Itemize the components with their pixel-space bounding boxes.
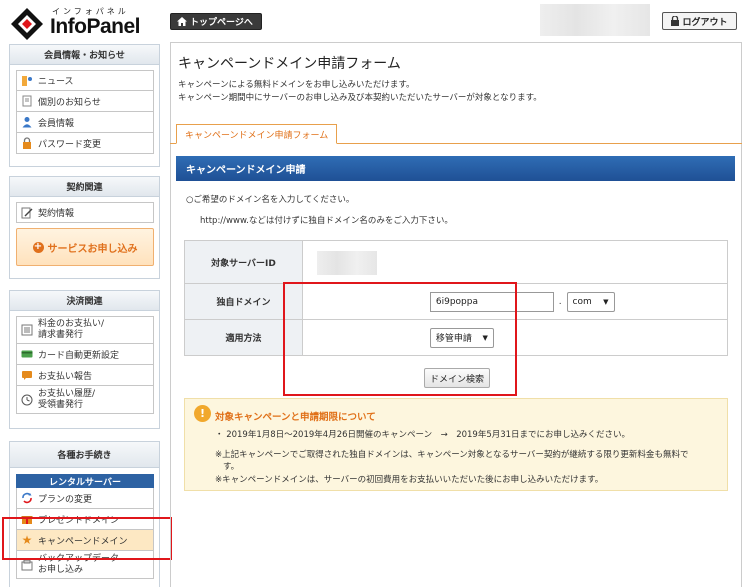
sidebar-item-password[interactable]: パスワード変更 xyxy=(16,133,154,154)
instruction-2: http://www.などは付けずに独自ドメイン名のみをご入力下さい。 xyxy=(200,216,453,226)
logout-button[interactable]: ログアウト xyxy=(662,12,737,30)
sidebar-item-label: プランの変更 xyxy=(38,494,93,505)
sidebar-item-label: 会員情報 xyxy=(38,118,75,129)
top-page-button[interactable]: トップページへ xyxy=(170,13,262,30)
plus-circle-icon: + xyxy=(32,241,44,253)
service-apply-button[interactable]: + サービスお申し込み xyxy=(16,228,154,266)
logout-label: ログアウト xyxy=(682,17,728,28)
domain-dot: . xyxy=(558,297,562,307)
sidebar-item-payment[interactable]: 料金のお支払い/請求書発行 xyxy=(16,316,154,344)
clock-icon xyxy=(21,394,33,406)
sidebar-item-label: お支払い報告 xyxy=(38,371,93,382)
infopanel-logo[interactable]: インフォパネル InfoPanel xyxy=(10,4,160,40)
sidebar-member-box: 会員情報・お知らせ ニュース 個別のお知らせ 会員情報 パスワード変更 xyxy=(9,44,160,167)
edit-document-icon xyxy=(21,207,33,219)
lock-icon xyxy=(671,16,680,26)
warning-icon: ! xyxy=(194,405,211,422)
service-apply-label: サービスお申し込み xyxy=(47,243,138,255)
speech-bubble-icon xyxy=(21,369,33,381)
sidebar-item-label: パスワード変更 xyxy=(38,139,102,150)
credit-card-icon xyxy=(21,348,33,360)
notice-bullet: ・ 2019年1月8日～2019年4月26日開催のキャンペーン → 2019年5… xyxy=(215,430,631,440)
sidebar-item-plan-change[interactable]: プランの変更 xyxy=(16,488,154,509)
sidebar-member-title: 会員情報・お知らせ xyxy=(10,45,159,65)
sidebar-item-news[interactable]: ニュース xyxy=(16,70,154,91)
campaign-notice: ! 対象キャンペーンと申請期限について ・ 2019年1月8日～2019年4月2… xyxy=(184,398,728,491)
server-id-value xyxy=(302,240,728,284)
user-icon xyxy=(21,116,33,128)
news-icon xyxy=(21,75,33,87)
sidebar-item-label: ニュース xyxy=(38,77,74,87)
sidebar-item-card-renewal[interactable]: カード自動更新設定 xyxy=(16,344,154,365)
top-page-label: トップページへ xyxy=(190,18,253,28)
page-description-2: キャンペーン期間中にサーバーのお申し込み及び本契約いただいたサーバーが対象となり… xyxy=(178,93,542,103)
sidebar-item-payment-report[interactable]: お支払い報告 xyxy=(16,365,154,386)
sidebar-rental-server-header: レンタルサーバー xyxy=(16,474,154,488)
home-icon xyxy=(177,17,187,26)
refresh-arrows-icon xyxy=(21,492,33,504)
server-id-blur xyxy=(317,250,377,275)
server-id-label: 対象サーバーID xyxy=(184,240,303,284)
account-blur xyxy=(540,4,650,36)
sidebar-item-member-info[interactable]: 会員情報 xyxy=(16,112,154,133)
sidebar-item-label: 料金のお支払い/請求書発行 xyxy=(38,319,105,340)
page-title: キャンペーンドメイン申請フォーム xyxy=(178,56,401,72)
sidebar-item-label: カード自動更新設定 xyxy=(38,350,120,361)
tab-campaign-domain-form[interactable]: キャンペーンドメイン申請フォーム xyxy=(176,124,338,144)
notice-title: 対象キャンペーンと申請期限について xyxy=(215,412,376,423)
sidebar-contract-box: 契約関連 契約情報 + サービスお申し込み xyxy=(9,176,160,279)
notice-note-1: ※上記キャンペーンでご取得された独自ドメインは、キャンペーン対象となるサーバー契… xyxy=(215,450,689,460)
sidebar-item-payment-history[interactable]: お支払い履歴/受領書発行 xyxy=(16,386,154,414)
sidebar-item-label: お支払い履歴/受領書発行 xyxy=(38,388,96,410)
section-title: キャンペーンドメイン申請 xyxy=(176,156,735,181)
tld-select-value: com xyxy=(572,296,592,307)
logo-diamond-icon xyxy=(11,8,43,40)
notice-note-2: ※キャンペーンドメインは、サーバーの初回費用をお支払いいただいた後にお申し込みい… xyxy=(215,475,604,485)
sidebar-contract-title: 契約関連 xyxy=(10,177,159,197)
sidebar-item-label: 契約情報 xyxy=(38,209,75,219)
logo-text: InfoPanel xyxy=(50,15,141,38)
sidebar-item-contract-info[interactable]: 契約情報 xyxy=(16,202,154,223)
chevron-down-icon: ▼ xyxy=(603,297,609,306)
sidebar-payment-title: 決済関連 xyxy=(10,291,159,311)
instruction-1: ○ご希望のドメイン名を入力してください。 xyxy=(186,195,355,205)
sidebar-procedures-title: 各種お手続き xyxy=(10,442,159,468)
sidebar-payment-box: 決済関連 料金のお支払い/請求書発行 カード自動更新設定 お支払い報告 お支払い… xyxy=(9,290,160,429)
document-icon xyxy=(21,95,33,107)
page-description-1: キャンペーンによる無料ドメインをお申し込みいただけます。 xyxy=(178,80,415,90)
sidebar-item-notices[interactable]: 個別のお知らせ xyxy=(16,91,154,112)
backup-icon xyxy=(21,559,33,571)
invoice-icon xyxy=(21,324,33,336)
highlight-campaign-domain xyxy=(2,517,172,560)
sidebar-procedures-box: 各種お手続き レンタルサーバー プランの変更 プレゼントドメイン ★ キャンペー… xyxy=(9,441,160,587)
sidebar-item-label: 個別のお知らせ xyxy=(38,97,101,108)
highlight-domain-form xyxy=(283,282,517,396)
notice-note-1b: す。 xyxy=(223,462,240,472)
padlock-icon xyxy=(21,137,33,149)
tld-select[interactable]: com ▼ xyxy=(566,291,615,312)
